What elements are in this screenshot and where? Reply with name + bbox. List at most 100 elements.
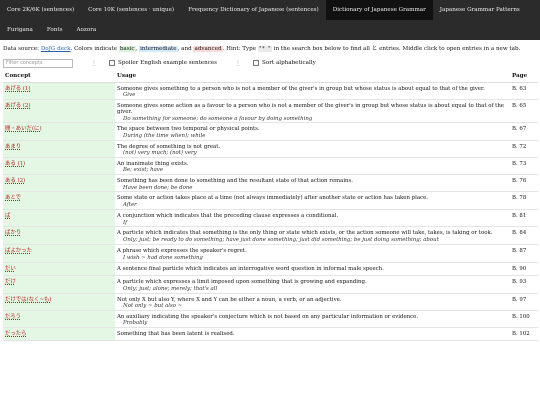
concept-cell: ばよかった	[3, 244, 115, 264]
concept-link[interactable]: ある (2)	[5, 178, 25, 184]
concept-cell: あまり	[3, 140, 115, 158]
tab-dictionary-of-japanese-grammar[interactable]: Dictionary of Japanese Grammar	[325, 0, 433, 20]
table-row[interactable]: だろう An auxiliary indicating the speaker's…	[3, 310, 538, 328]
column-header-usage[interactable]: Usage	[115, 70, 510, 83]
grammar-table: Concept Usage Page あげる (1) Someone gives …	[3, 70, 538, 341]
usage-cell: Something that has been latent is realis…	[115, 327, 510, 341]
concept-cell: だったら	[3, 327, 115, 341]
concept-link[interactable]: あげる (2)	[5, 103, 31, 109]
table-row[interactable]: だったら Something that has been latent is re…	[3, 327, 538, 341]
info-sep2: , and	[177, 46, 194, 52]
usage-text: A conjunction which indicates that the p…	[117, 213, 339, 220]
controls-bar: Filter concepts ⋮ Spoiler English exampl…	[0, 53, 540, 69]
page-cell: B. 72	[510, 140, 538, 158]
example-text: After	[123, 201, 137, 208]
tab-frequency-dictionary[interactable]: Frequency Dictionary of Japanese (senten…	[181, 0, 326, 20]
page-cell: B. 97	[510, 293, 538, 311]
column-header-concept[interactable]: Concept	[3, 70, 115, 83]
spoiler-checkbox-label: Spoiler English example sentences	[118, 60, 218, 66]
table-row[interactable]: ばかり A particle which indicates that somet…	[3, 226, 538, 246]
spoiler-checkbox[interactable]: Spoiler English example sentences	[109, 60, 217, 66]
concept-link[interactable]: だろう	[5, 314, 21, 320]
info-prefix: Data source:	[3, 46, 41, 52]
table-row[interactable]: ばよかった A phrase which expresses the speake…	[3, 244, 538, 264]
table-row[interactable]: ある (2) Something has been done to somethi…	[3, 174, 538, 193]
more-options-icon[interactable]: ⋮	[91, 60, 97, 67]
concept-link[interactable]: ば	[5, 213, 10, 219]
concept-link[interactable]: ある (1)	[5, 161, 25, 167]
table-row[interactable]: あまり The degree of something is not great.…	[3, 140, 538, 158]
usage-cell: The space between two temporal or physic…	[115, 122, 510, 141]
concept-link[interactable]: だけ	[5, 279, 16, 285]
usage-cell: Not only X but also Y, where X and Y can…	[115, 293, 510, 311]
table-row[interactable]: だけでは(なく~も) Not only X but also Y, where X…	[3, 293, 538, 311]
example-text: Give	[123, 92, 136, 99]
dojg-deck-link[interactable]: DoJG deck	[41, 46, 71, 52]
tab-fonts[interactable]: Fonts	[40, 20, 70, 40]
example-text: Not only ~ but also ~	[123, 303, 183, 310]
table-row[interactable]: だけ A particle which expresses a limit imp…	[3, 275, 538, 294]
usage-cell: Someone gives some action as a favour to…	[115, 99, 510, 124]
example-text: Only; just; be ready to do something; ha…	[123, 237, 439, 243]
usage-cell: Someone gives something to a person who …	[115, 82, 510, 100]
concept-link[interactable]: だけでは(なく~も)	[5, 297, 51, 303]
example-text: Have been done; be done	[123, 184, 193, 191]
usage-cell: A phrase which expresses the speaker's r…	[115, 244, 510, 264]
concept-link[interactable]: あげる (1)	[5, 86, 31, 92]
usage-text: An auxiliary indicating the speaker's co…	[117, 313, 419, 320]
usage-cell: The degree of something is not great. (no…	[115, 140, 510, 158]
concept-cell: ばかり	[3, 226, 115, 246]
usage-cell: An inanimate thing exists. Be; exist; hav…	[115, 157, 510, 176]
concept-link[interactable]: ばかり	[5, 230, 21, 236]
top-navigation: Core 2K/6K (sentences) Core 10K (sentenc…	[0, 0, 540, 40]
example-text: Do something for someone; do someone a f…	[123, 115, 313, 122]
table-body: あげる (1) Someone gives something to a pers…	[3, 82, 538, 341]
usage-cell: A sentence final particle which indicate…	[115, 262, 510, 277]
table-row[interactable]: あげる (2) Someone gives some action as a fa…	[3, 99, 538, 124]
usage-text: Not only X but also Y, where X and Y can…	[117, 296, 342, 303]
hint-code: "* "	[257, 46, 272, 52]
table-row[interactable]: あとで Some state or action takes place at a…	[3, 191, 538, 211]
sort-checkbox-box[interactable]	[253, 60, 260, 66]
tab-core-2k-6k[interactable]: Core 2K/6K (sentences)	[0, 0, 81, 20]
more-options-icon-2[interactable]: ⋮	[235, 60, 241, 67]
concept-cell: あげる (2)	[3, 99, 115, 124]
usage-text: A phrase which expresses the speaker's r…	[117, 248, 247, 255]
usage-cell: A particle which expresses a limit impos…	[115, 275, 510, 294]
page-cell: B. 67	[510, 122, 538, 141]
sort-checkbox[interactable]: Sort alphabetically	[253, 60, 316, 66]
example-text: During (the time when); while	[123, 133, 206, 140]
filter-concepts-input[interactable]: Filter concepts	[3, 58, 73, 68]
usage-text: Someone gives something to a person who …	[117, 85, 485, 92]
table-row[interactable]: 間・あいだ(に) The space between two temporal o…	[3, 122, 538, 141]
spoiler-checkbox-box[interactable]	[109, 60, 115, 66]
concept-cell: ば	[3, 209, 115, 228]
table-row[interactable]: ば A conjunction which indicates that the …	[3, 209, 538, 228]
concept-link[interactable]: あまり	[5, 144, 21, 150]
example-text: Probably	[123, 320, 148, 327]
column-header-page[interactable]: Page	[510, 70, 538, 83]
usage-cell: A particle which indicates that somethin…	[115, 226, 510, 246]
concept-link[interactable]: だったら	[5, 331, 27, 337]
usage-cell: An auxiliary indicating the speaker's co…	[115, 310, 510, 328]
concept-cell: ある (1)	[3, 157, 115, 176]
concept-link[interactable]: だい	[5, 266, 16, 272]
page-cell: B. 93	[510, 275, 538, 294]
table-header-row: Concept Usage Page	[3, 70, 538, 83]
concept-link[interactable]: 間・あいだ(に)	[5, 126, 42, 132]
concept-link[interactable]: あとで	[5, 195, 21, 201]
usage-text: Someone gives some action as a favour to…	[117, 102, 505, 116]
table-row[interactable]: ある (1) An inanimate thing exists. Be; exis…	[3, 157, 538, 176]
example-text: Only; just; alone; merely; that's all	[123, 286, 218, 292]
table-row[interactable]: だい A sentence final particle which indica…	[3, 262, 538, 277]
sort-checkbox-label: Sort alphabetically	[262, 60, 316, 66]
concept-cell: だけでは(なく~も)	[3, 293, 115, 311]
tab-furigana[interactable]: Furigana	[0, 20, 40, 40]
example-text: (not) very much; (not) very	[123, 150, 197, 157]
table-row[interactable]: あげる (1) Someone gives something to a pers…	[3, 82, 538, 100]
tab-core-10k[interactable]: Core 10K (sentences · unique)	[81, 0, 181, 20]
tab-aozora[interactable]: Aozora	[69, 20, 103, 40]
usage-cell: Some state or action takes place at a ti…	[115, 191, 510, 211]
tab-japanese-grammar-patterns[interactable]: Japanese Grammar Patterns	[433, 0, 527, 20]
concept-link[interactable]: ばよかった	[5, 248, 32, 254]
